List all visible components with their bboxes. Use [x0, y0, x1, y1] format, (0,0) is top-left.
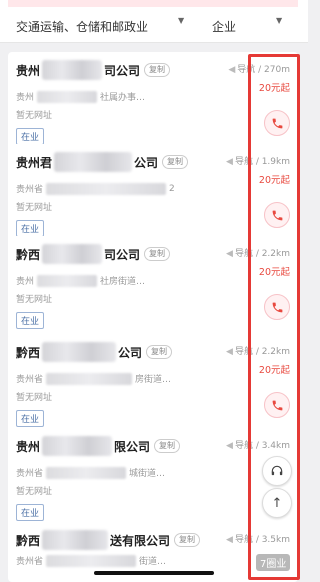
price: 20元起 — [258, 365, 290, 376]
company-card[interactable]: 贵州君 公司 复制 贵州省 2 暂无网址 在业 ◀ 导航 / 1.9km 20元起 — [8, 144, 298, 248]
headset-icon — [271, 465, 283, 476]
company-name: 贵州 限公司 复制 — [16, 436, 181, 456]
redacted-blur — [42, 530, 109, 550]
redacted-blur — [42, 60, 103, 80]
navigate-link[interactable]: ◀ 导航 / 1.9km — [226, 154, 290, 167]
phone-icon — [272, 400, 282, 410]
phone-icon — [272, 118, 282, 128]
company-name: 黔西 司公司 复制 — [16, 244, 171, 264]
navigation-icon: ◀ — [226, 157, 233, 167]
company-address: 贵州省 2 — [16, 182, 175, 195]
website: 暂无网址 — [16, 111, 53, 121]
copy-button[interactable]: 复制 — [162, 155, 189, 169]
company-address: 贵州 社房街道… — [16, 274, 145, 287]
company-address: 贵州省 城街道… — [16, 466, 165, 479]
company-card[interactable]: 黔西 司公司 复制 贵州 社房街道… 暂无网址 在业 ◀ 导航 / 2.2km 20… — [8, 236, 298, 340]
company-card[interactable]: 贵州 司公司 复制 贵州 社属办事… 暂无网址 在业 ◀ 导航 / 270m 20元… — [8, 52, 298, 156]
copy-button[interactable]: 复制 — [146, 345, 173, 359]
navigate-link[interactable]: ◀ 导航 / 3.5km — [226, 532, 290, 545]
phone-icon — [272, 210, 282, 220]
type-filter[interactable]: 企业 — [212, 18, 236, 35]
copy-button[interactable]: 复制 — [144, 63, 171, 77]
website: 暂无网址 — [16, 487, 53, 497]
status-badge: 在业 — [16, 220, 45, 237]
website: 暂无网址 — [16, 295, 53, 305]
phone-button[interactable] — [264, 392, 290, 418]
price: 20元起 — [258, 175, 290, 186]
dropdown-arrow-icon[interactable]: ▼ — [276, 16, 282, 25]
watermark: 7圈业 — [256, 554, 291, 571]
company-name: 黔西 送有限公司 复制 — [16, 530, 201, 550]
company-name: 黔西 公司 复制 — [16, 342, 173, 362]
company-address: 贵州 社属办事… — [16, 90, 145, 103]
home-indicator[interactable] — [94, 571, 214, 575]
phone-icon — [272, 302, 282, 312]
status-badge: 在业 — [16, 504, 45, 521]
price: 20元起 — [258, 83, 290, 94]
phone-button[interactable] — [264, 202, 290, 228]
copy-button[interactable]: 复制 — [154, 439, 181, 453]
assistant-button[interactable] — [262, 456, 292, 486]
navigate-link[interactable]: ◀ 导航 / 2.2km — [226, 344, 290, 357]
navigation-icon: ◀ — [226, 441, 233, 451]
navigation-icon: ◀ — [226, 249, 233, 259]
navigate-link[interactable]: ◀ 导航 / 3.4km — [226, 438, 290, 451]
phone-button[interactable] — [264, 110, 290, 136]
copy-button[interactable]: 复制 — [174, 533, 201, 547]
company-name: 贵州 司公司 复制 — [16, 60, 171, 80]
company-card[interactable]: 黔西 公司 复制 贵州省 房街道… 暂无网址 在业 ◀ 导航 / 2.2km 20元… — [8, 334, 298, 438]
navigate-link[interactable]: ◀ 导航 / 2.2km — [226, 246, 290, 259]
arrow-up-icon: ↑ — [271, 495, 283, 511]
company-card[interactable]: 贵州 限公司 复制 贵州省 城街道… 暂无网址 在业 ◀ 导航 / 3.4km — [8, 428, 298, 532]
back-to-top-button[interactable]: ↑ — [262, 488, 292, 518]
status-badge: 在业 — [16, 312, 45, 329]
navigation-icon: ◀ — [226, 535, 233, 545]
website: 暂无网址 — [16, 393, 53, 403]
redacted-blur — [42, 244, 103, 264]
dropdown-arrow-icon[interactable]: ▼ — [178, 16, 184, 25]
price: 20元起 — [258, 267, 290, 278]
navigation-icon: ◀ — [226, 347, 233, 357]
redacted-blur — [42, 342, 117, 362]
website: 暂无网址 — [16, 203, 53, 213]
company-address: 贵州省 街道… — [16, 554, 166, 567]
filter-bar: 交通运输、仓储和邮政业 ▼ 企业 ▼ — [0, 10, 308, 43]
redacted-blur — [54, 152, 133, 172]
banner-remnant — [8, 0, 298, 7]
company-address: 贵州省 房街道… — [16, 372, 171, 385]
copy-button[interactable]: 复制 — [144, 247, 171, 261]
industry-filter[interactable]: 交通运输、仓储和邮政业 — [16, 18, 148, 35]
redacted-blur — [42, 436, 113, 456]
status-badge: 在业 — [16, 410, 45, 427]
top-strip — [0, 0, 308, 10]
phone-button[interactable] — [264, 294, 290, 320]
navigation-icon: ◀ — [228, 65, 236, 75]
navigate-link[interactable]: ◀ 导航 / 270m — [228, 62, 290, 75]
company-name: 贵州君 公司 复制 — [16, 152, 189, 172]
status-badge: 在业 — [16, 128, 45, 145]
